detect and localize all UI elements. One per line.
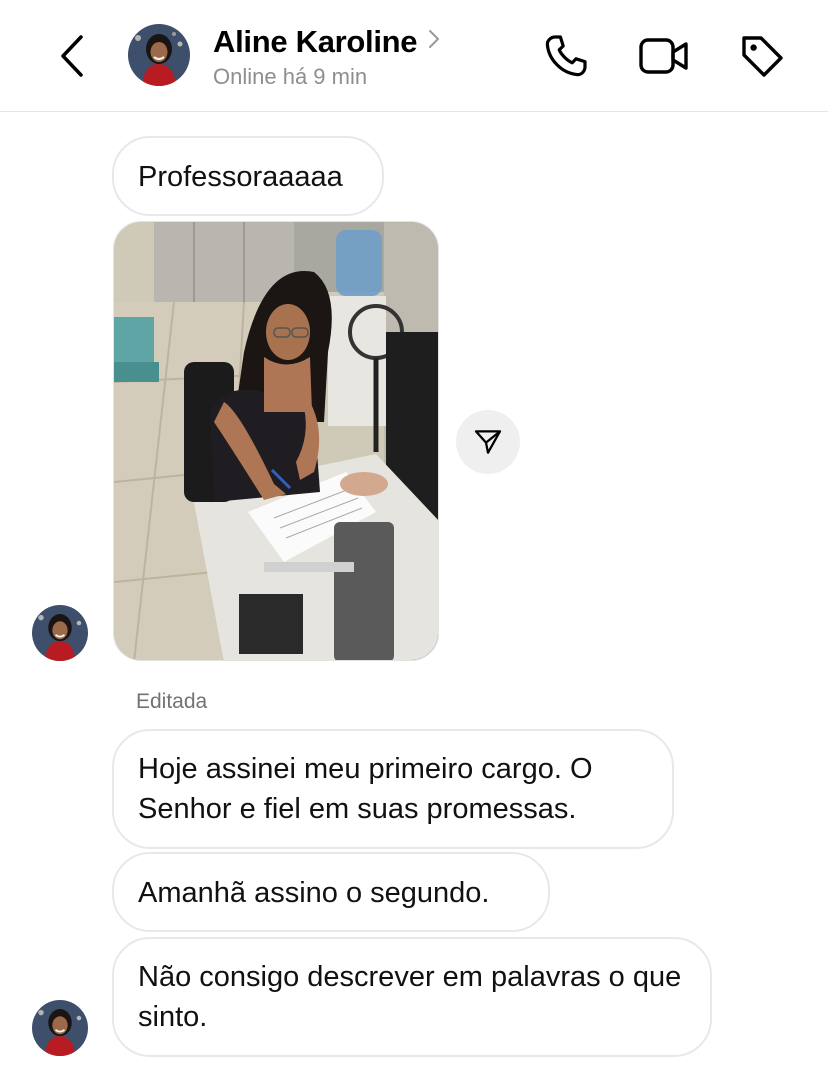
image-message[interactable] <box>113 221 439 661</box>
phone-icon <box>545 35 587 77</box>
audio-call-button[interactable] <box>540 30 592 82</box>
edited-label: Editada <box>136 690 208 713</box>
message-bubble[interactable]: Hoje assinei meu primeiro cargo. O Senho… <box>112 729 674 849</box>
video-call-button[interactable] <box>638 30 690 82</box>
share-button[interactable] <box>456 410 520 474</box>
back-button[interactable] <box>52 32 92 80</box>
message-bubble[interactable]: Professoraaaaa <box>112 136 384 216</box>
contact-status: Online há 9 min <box>213 64 368 89</box>
contact-avatar[interactable] <box>128 24 190 86</box>
message-text: Não consigo descrever em palavras o que … <box>138 961 682 1033</box>
sender-avatar[interactable] <box>32 605 88 661</box>
chevron-right-icon <box>427 28 441 50</box>
sender-avatar[interactable] <box>32 1000 88 1056</box>
message-text: Hoje assinei meu primeiro cargo. O Senho… <box>138 753 593 825</box>
message-bubble[interactable]: Não consigo descrever em palavras o que … <box>112 937 712 1057</box>
chevron-left-icon <box>61 35 83 77</box>
contact-name-row[interactable]: Aline Karoline <box>213 22 441 62</box>
chat-header: Aline Karoline Online há 9 min <box>0 0 828 112</box>
contact-name[interactable]: Aline Karoline <box>213 24 418 60</box>
tag-icon <box>742 36 783 77</box>
message-bubble[interactable]: Amanhã assino o segundo. <box>112 852 550 932</box>
message-text: Amanhã assino o segundo. <box>138 877 490 909</box>
send-icon <box>474 430 502 454</box>
video-camera-icon <box>639 38 688 74</box>
tag-button[interactable] <box>736 30 788 82</box>
message-text: Professoraaaaa <box>138 161 343 193</box>
photo-image <box>114 222 438 660</box>
